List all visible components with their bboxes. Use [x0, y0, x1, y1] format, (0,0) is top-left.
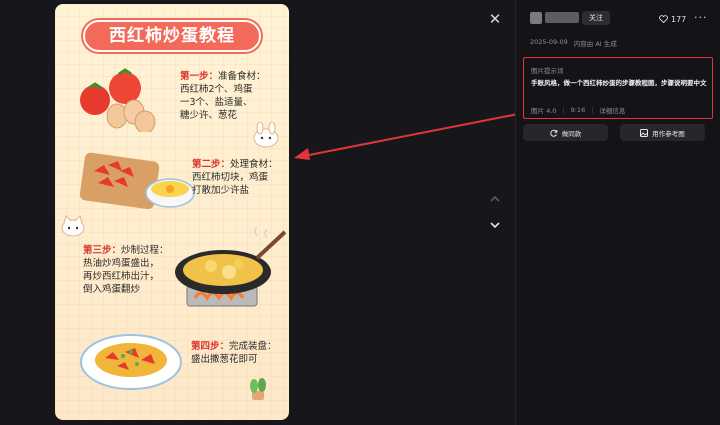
image-viewer: 西红柿炒蛋教程 第一步：准备食材： 西红柿2个、鸡蛋 一3个、盐适量、 糖少许、… — [0, 0, 519, 425]
separator: | — [562, 106, 565, 114]
step-1-text: 第一步：准备食材： 西红柿2个、鸡蛋 一3个、盐适量、 糖少许、葱花 — [180, 70, 284, 122]
details-link[interactable]: 详细信息 — [599, 105, 625, 115]
like-count: 177 — [671, 14, 687, 24]
follow-button[interactable]: 关注 — [582, 11, 610, 25]
step-1-head: 第一步： — [180, 71, 219, 82]
step-3-head: 第三步： — [83, 245, 122, 256]
prompt-text[interactable]: 手账风格，做一个西红柿炒蛋的步骤教程图，步骤说明要中文 — [531, 78, 709, 89]
image-icon — [640, 128, 649, 137]
prompt-panel: 图片提示词 手账风格，做一个西红柿炒蛋的步骤教程图，步骤说明要中文 图片 4.0… — [523, 57, 713, 119]
step-4-line-1: 完成装盘： — [229, 341, 277, 352]
step-1-line-4: 糖少许、葱花 — [180, 110, 238, 121]
chevron-up-icon[interactable] — [488, 192, 502, 206]
step-4-line-2: 盛出撒葱花即可 — [191, 354, 258, 365]
step-2-line-3: 打散加少许盐 — [192, 185, 250, 196]
step-2-text: 第二步：处理食材： 西红柿切块，鸡蛋 打散加少许盐 — [192, 158, 288, 197]
ai-generated-note: 内容由 AI 生成 — [573, 40, 617, 48]
finished-plate-illustration — [80, 334, 182, 390]
heart-icon — [659, 15, 668, 23]
use-as-reference-button[interactable]: 用作参考图 — [620, 124, 705, 141]
plant-sticker-icon — [250, 378, 266, 400]
details-sidebar: 关注 177 ··· 2025-09-09 内容由 AI 生成 图片提示词 手账… — [516, 0, 720, 425]
step-1-line-2: 西红柿2个、鸡蛋 — [180, 84, 253, 95]
cutting-board-egg-bowl-illustration — [80, 152, 195, 210]
use-as-reference-label: 用作参考图 — [652, 129, 685, 138]
avatar[interactable] — [530, 12, 542, 24]
refresh-icon — [550, 129, 558, 137]
same-style-button[interactable]: 做同款 — [523, 124, 608, 141]
aspect-ratio: 9:16 — [570, 106, 586, 114]
step-4-head: 第四步： — [191, 341, 230, 352]
prompt-label: 图片提示词 — [531, 67, 564, 75]
frying-pan-illustration — [175, 228, 287, 307]
step-3-line-2: 热油炒鸡蛋盛出， — [83, 258, 160, 269]
author-name-redacted[interactable] — [545, 12, 579, 23]
publish-date: 2025-09-09 — [530, 38, 568, 46]
same-style-label: 做同款 — [561, 129, 582, 138]
step-3-line-3: 再炒西红柿出汁， — [83, 271, 160, 282]
step-4-text: 第四步：完成装盘： 盛出撒葱花即可 — [191, 340, 287, 366]
step-3-text: 第三步：炒制过程： 热油炒鸡蛋盛出， 再炒西红柿出汁， 倒入鸡蛋翻炒 — [83, 244, 175, 296]
model-version: 图片 4.0 — [531, 107, 557, 115]
step-2-head: 第二步： — [192, 159, 231, 170]
close-icon[interactable]: ✕ — [488, 12, 502, 27]
step-1-line-3: 一3个、盐适量、 — [180, 97, 253, 108]
meta-line: 2025-09-09 内容由 AI 生成 — [530, 38, 617, 48]
like-button[interactable]: 177 — [659, 12, 686, 26]
step-1-line-1: 准备食材： — [218, 71, 266, 82]
step-3-line-1: 炒制过程： — [121, 245, 169, 256]
step-3-line-4: 倒入鸡蛋翻炒 — [83, 284, 141, 295]
separator: | — [591, 106, 594, 114]
step-2-line-2: 西红柿切块，鸡蛋 — [192, 172, 269, 183]
prompt-meta: 图片 4.0 | 9:16 | 详细信息 — [531, 105, 625, 115]
tomatoes-eggs-illustration — [80, 68, 156, 132]
chevron-down-icon[interactable] — [488, 218, 502, 232]
recipe-poster-image[interactable]: 西红柿炒蛋教程 第一步：准备食材： 西红柿2个、鸡蛋 一3个、盐适量、 糖少许、… — [55, 4, 289, 420]
step-2-line-1: 处理食材： — [230, 159, 278, 170]
poster-title: 西红柿炒蛋教程 — [83, 20, 261, 52]
bunny-sticker-icon — [253, 122, 279, 148]
cat-sticker-icon — [61, 215, 85, 237]
annotation-arrow — [294, 113, 519, 160]
more-options-icon[interactable]: ··· — [694, 11, 708, 24]
